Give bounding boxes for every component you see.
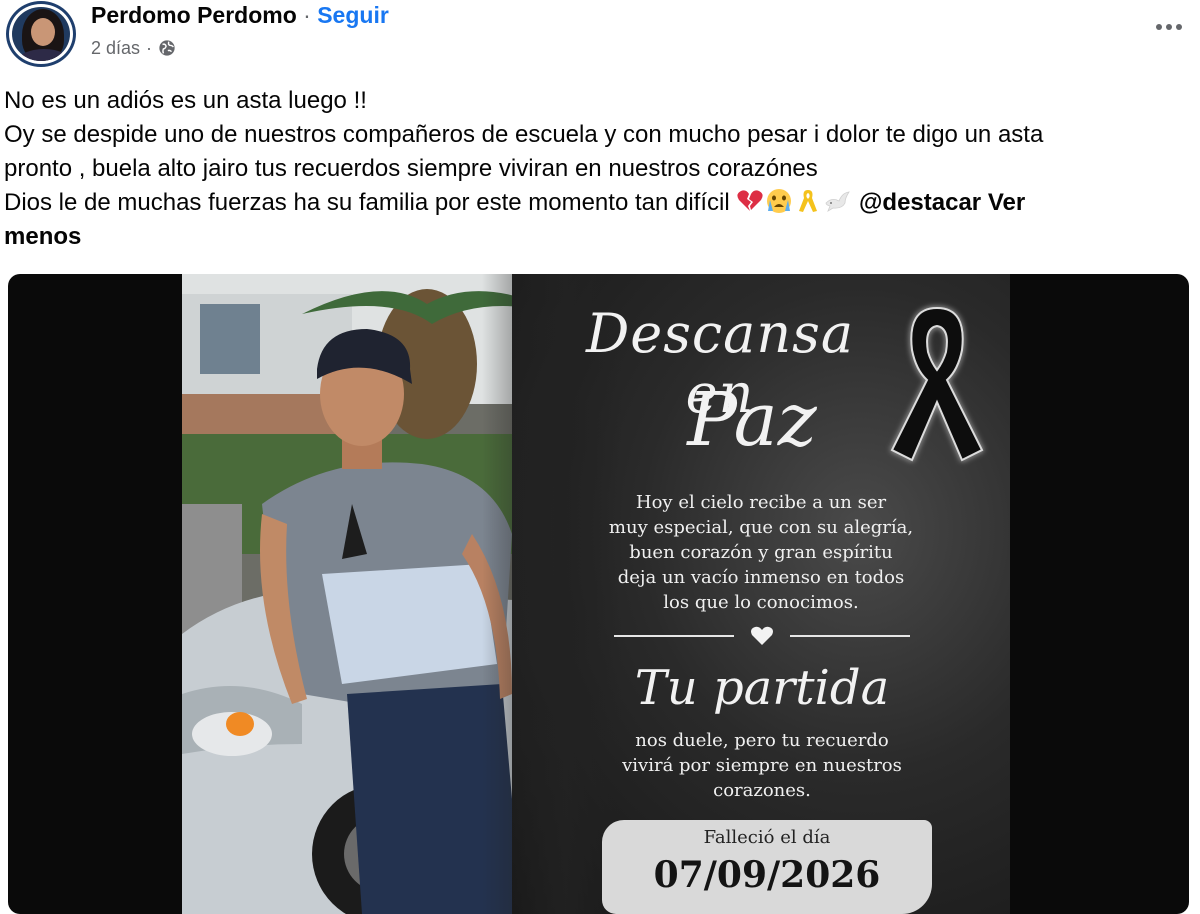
post-header: Perdomo Perdomo · Seguir 2 días · — [0, 0, 1200, 70]
author-name[interactable]: Perdomo Perdomo — [91, 2, 297, 28]
memorial-message: Hoy el cielo recibe a un ser muy especia… — [596, 490, 926, 615]
memorial-message-line: los que lo conocimos. — [663, 592, 859, 613]
memorial-message-line: Hoy el cielo recibe a un ser — [635, 492, 887, 513]
post-timestamp[interactable]: 2 días — [91, 36, 140, 60]
see-less-link-part2[interactable]: menos — [4, 223, 81, 250]
post-text-line: Oy se despide uno de nuestros compañeros… — [4, 121, 1044, 148]
post-text-line: pronto , buela alto jairo tus recuerdos … — [4, 155, 818, 182]
follow-button[interactable]: Seguir — [317, 2, 389, 28]
post-text-line-last: Dios le de muchas fuerzas ha su familia … — [4, 186, 1189, 220]
title-line2: Paz — [687, 377, 817, 463]
memorial-message-line: deja un vacío inmenso en todos — [617, 567, 905, 588]
memorial-message-line: muy especial, que con su alegría, — [608, 517, 914, 538]
post-text-fragment: Dios le de muchas fuerzas ha su familia … — [4, 189, 730, 216]
subtitle: Tu partida — [634, 660, 890, 716]
avatar-photo — [12, 7, 70, 61]
memorial-image: Descansa en Paz Hoy el cielo recibe a un… — [182, 274, 1010, 914]
avatar[interactable] — [6, 1, 76, 67]
post-media[interactable]: Descansa en Paz Hoy el cielo recibe a un… — [8, 274, 1189, 914]
memorial-message-2-line: corazones. — [713, 780, 811, 801]
see-less-link-part1[interactable]: Ver — [988, 189, 1025, 216]
memorial-message-2: nos duele, pero tu recuerdo vivirá por s… — [606, 728, 918, 803]
more-options-icon[interactable] — [1152, 14, 1186, 40]
separator-dot: · — [303, 2, 311, 28]
meta-separator: · — [146, 38, 153, 58]
mourning-ribbon-icon — [890, 306, 984, 462]
memorial-message-line: buen corazón y gran espíritu — [629, 542, 893, 563]
post-text-line-wrap: menos — [4, 220, 1189, 254]
date-value: 07/09/2026 — [653, 854, 881, 896]
dove-icon — [825, 191, 851, 212]
broken-heart-icon — [737, 190, 763, 211]
ribbon-icon — [799, 190, 818, 212]
heart-icon — [751, 626, 773, 645]
post-text-line: No es un adiós es un asta luego !! — [4, 87, 367, 114]
post-text: No es un adiós es un asta luego !! Oy se… — [4, 84, 1189, 254]
globe-icon — [159, 40, 175, 56]
author-line: Perdomo Perdomo · Seguir — [91, 0, 389, 30]
date-label: Falleció el día — [703, 827, 831, 848]
memorial-message-2-line: vivirá por siempre en nuestros — [622, 755, 902, 776]
post-meta: 2 días · — [91, 36, 176, 60]
crying-face-icon — [767, 189, 792, 213]
heart-divider — [614, 624, 910, 648]
mention-link[interactable]: @destacar — [859, 189, 981, 216]
memorial-message-2-line: nos duele, pero tu recuerdo — [635, 730, 889, 751]
